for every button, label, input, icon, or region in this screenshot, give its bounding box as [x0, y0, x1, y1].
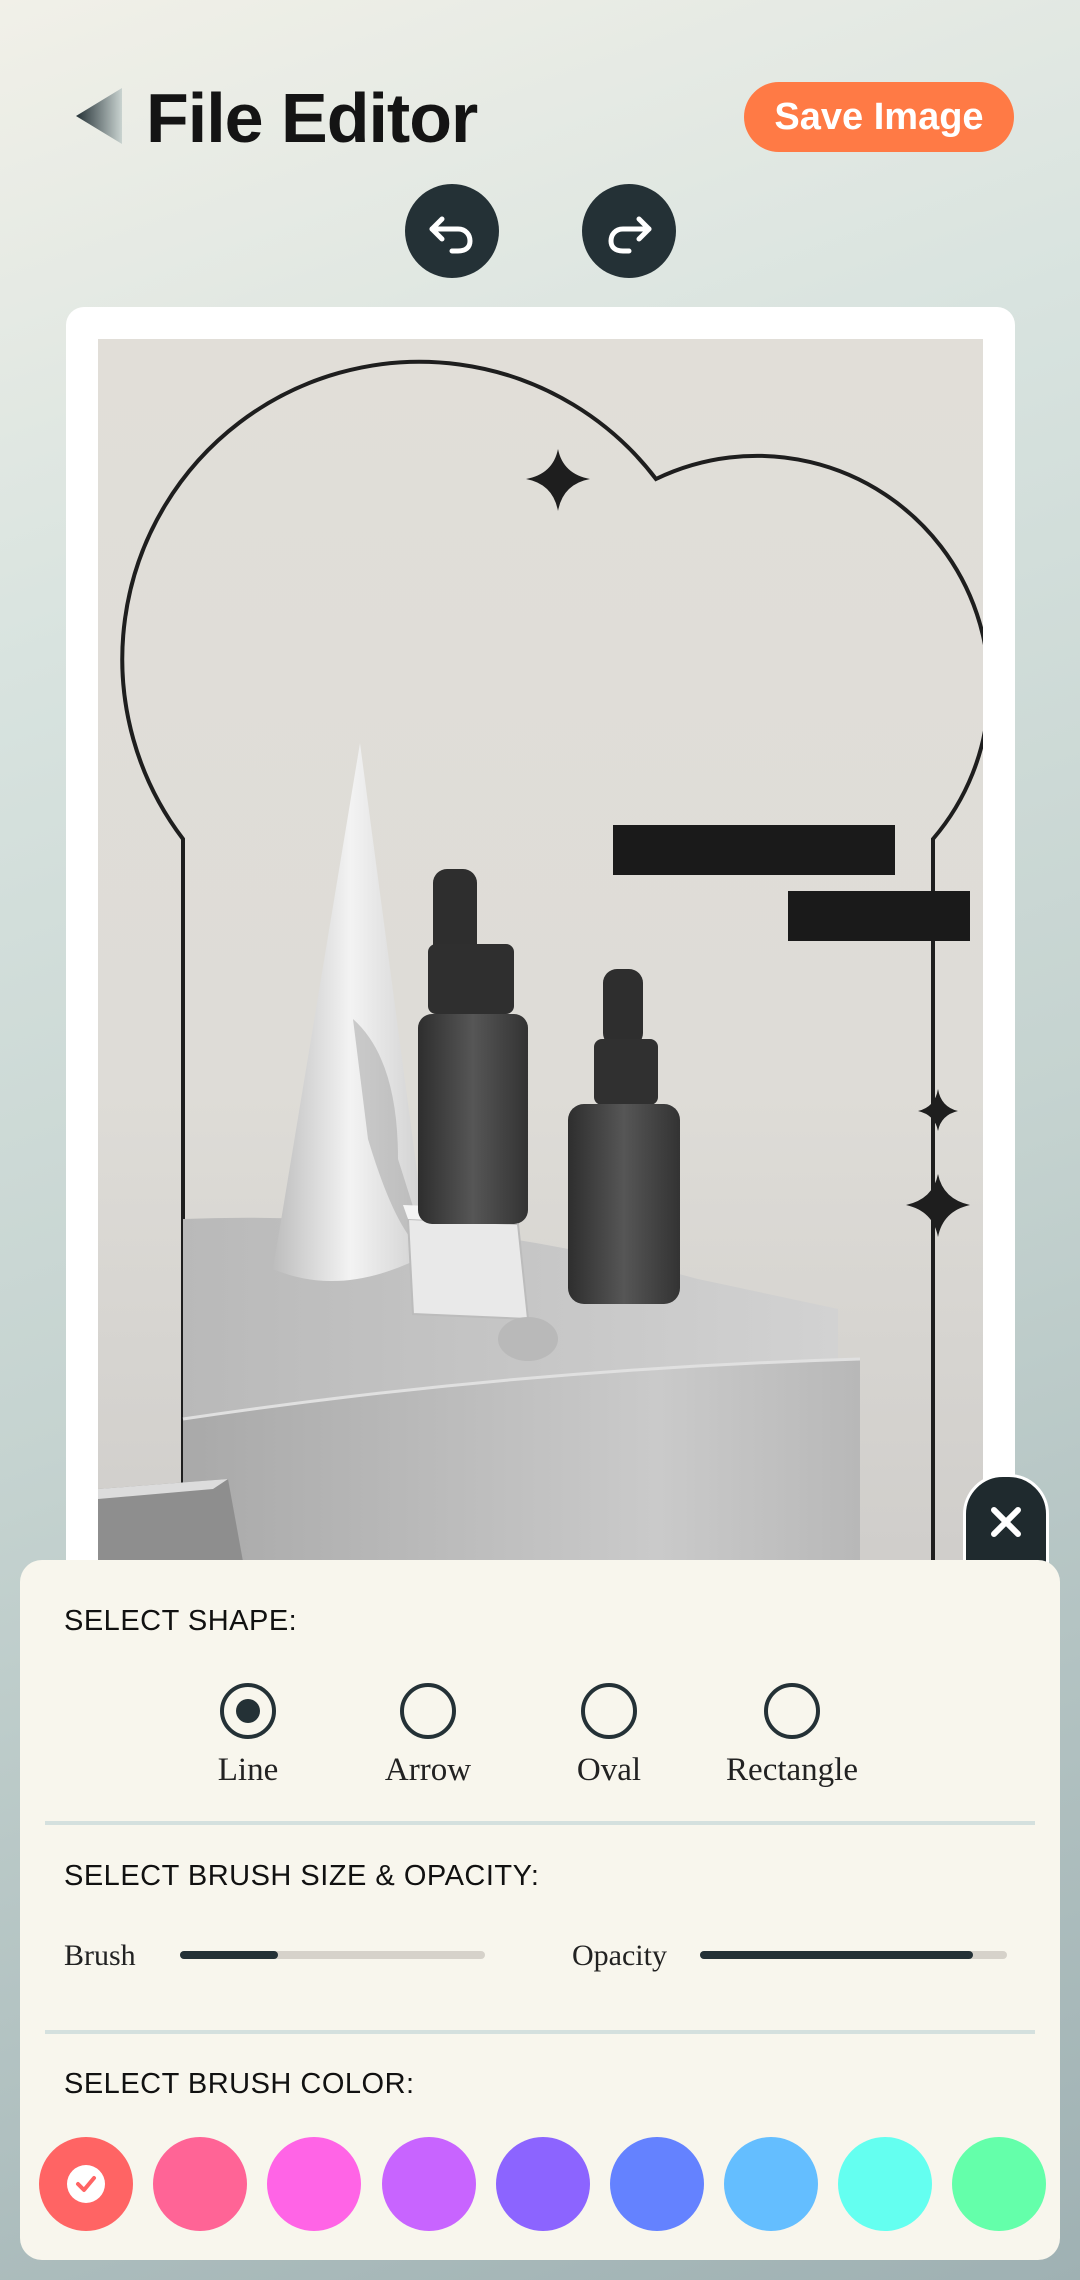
redo-icon — [608, 216, 652, 254]
shape-label-arrow: Arrow — [384, 1752, 472, 1788]
shape-label-oval: Oval — [576, 1752, 642, 1788]
back-icon[interactable] — [76, 88, 122, 144]
opacity-label: Opacity — [572, 1939, 667, 1972]
shape-radio-oval[interactable] — [581, 1683, 637, 1739]
shape-radio-rectangle[interactable] — [764, 1683, 820, 1739]
undo-icon — [429, 216, 473, 254]
brush-size-fill — [180, 1951, 278, 1959]
shape-label-rectangle: Rectangle — [726, 1752, 858, 1788]
close-icon — [991, 1507, 1021, 1537]
color-swatch[interactable] — [496, 2137, 590, 2231]
color-swatch[interactable] — [724, 2137, 818, 2231]
divider — [45, 1821, 1035, 1825]
undo-button[interactable] — [405, 184, 499, 278]
brush-color-title: SELECT BRUSH COLOR: — [64, 2068, 415, 2100]
brush-label: Brush — [64, 1939, 136, 1972]
brush-size-slider[interactable] — [180, 1951, 485, 1959]
shape-radio-arrow[interactable] — [400, 1683, 456, 1739]
select-shape-title: SELECT SHAPE: — [64, 1605, 298, 1637]
color-swatch[interactable] — [610, 2137, 704, 2231]
save-image-button[interactable]: Save Image — [744, 82, 1014, 152]
brush-size-opacity-title: SELECT BRUSH SIZE & OPACITY: — [64, 1860, 540, 1892]
redo-button[interactable] — [582, 184, 676, 278]
color-swatch[interactable] — [267, 2137, 361, 2231]
shape-radio-line[interactable] — [220, 1683, 276, 1739]
drawing-canvas[interactable] — [98, 339, 983, 1589]
divider — [45, 2030, 1035, 2034]
opacity-fill — [700, 1951, 974, 1959]
color-swatch[interactable] — [153, 2137, 247, 2231]
canvas-image — [98, 339, 983, 1589]
radio-selected-dot — [236, 1699, 260, 1723]
color-swatch[interactable] — [952, 2137, 1046, 2231]
color-swatch[interactable] — [382, 2137, 476, 2231]
color-swatch[interactable] — [39, 2137, 133, 2231]
opacity-slider[interactable] — [700, 1951, 1007, 1959]
shape-label-line: Line — [217, 1752, 279, 1788]
color-swatch[interactable] — [838, 2137, 932, 2231]
selected-check-icon — [67, 2165, 105, 2203]
close-panel-button[interactable] — [963, 1474, 1049, 1570]
page-title: File Editor — [146, 79, 478, 157]
